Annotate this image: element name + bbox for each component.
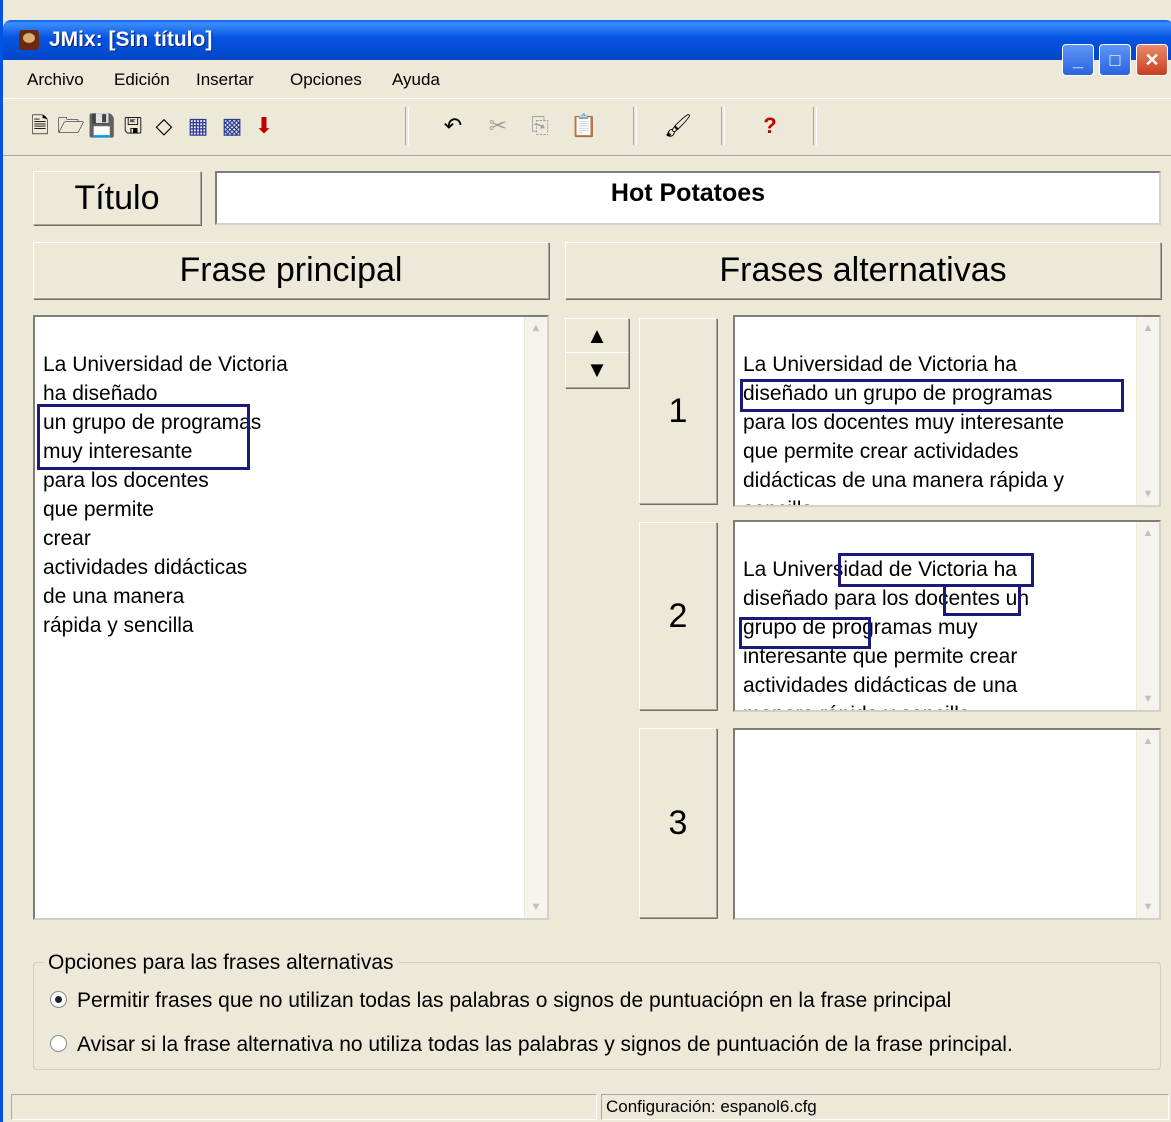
jmix-window: JMix: [Sin título] _ □ ✕ Archivo Edición… [0,0,1171,1122]
help-icon[interactable]: ? [755,111,785,141]
eraser-icon[interactable]: ◇ [149,111,179,141]
main-sentence-text: La Universidad de Victoria ha diseñado u… [43,321,288,640]
frases-alternativas-header: Frases alternativas [565,242,1161,299]
menu-insertar[interactable]: Insertar [196,70,254,90]
option-allow-partial[interactable]: Permitir frases que no utilizan todas la… [50,989,951,1013]
status-config: Configuración: espanol6.cfg [601,1094,1169,1120]
new-file-icon[interactable]: 🗎 [25,111,55,141]
open-folder-icon[interactable]: 🗁 [56,111,86,141]
alt-line: manera rápida y sencilla [743,703,971,710]
menu-archivo[interactable]: Archivo [27,70,84,90]
undo-icon[interactable]: ↶ [438,111,468,141]
main-line: de una manera [43,585,185,608]
alt-line: actividades didácticas de una [743,674,1018,697]
status-cell-empty [11,1094,597,1120]
main-line: ha diseñado [43,382,158,405]
alternative-3-memo[interactable]: ▲ ▼ [733,728,1161,920]
alternative-2-memo[interactable]: La Universidad de Victoria ha diseñado p… [733,520,1161,712]
alt-line: para los docentes muy interesante [743,411,1065,434]
toolbar-separator [721,107,725,145]
alternative-1-memo[interactable]: La Universidad de Victoria ha diseñado u… [733,315,1161,507]
status-bar: Configuración: espanol6.cfg [3,1092,1171,1122]
alt-line: que permite crear actividades [743,440,1019,463]
toolbar: 🗎 🗁 💾 🖫 ◇ ▦ ▩ ⬇ ↶ ✂ ⎘ 📋 🖌 ? [3,98,1171,156]
main-memo-scrollbar[interactable]: ▲ ▼ [524,317,547,918]
menu-ayuda[interactable]: Ayuda [392,70,440,90]
alt-line: sencilla [743,498,813,505]
cut-icon[interactable]: ✂ [483,111,513,141]
options-groupbox: Opciones para las frases alternativas Pe… [33,951,1161,1070]
alt-line: La Universidad de Victoria ha [743,353,1017,376]
main-line: La Universidad de Victoria [43,353,288,376]
scroll-up-icon[interactable]: ▲ [1139,319,1157,337]
main-sentence-memo[interactable]: La Universidad de Victoria ha diseñado u… [33,315,549,920]
move-down-button[interactable]: ▼ [565,352,629,388]
toolbar-separator [813,107,817,145]
radio-selected-icon[interactable] [50,991,67,1008]
scroll-down-icon[interactable]: ▼ [1139,485,1157,503]
paste-icon[interactable]: 📋 [569,111,599,141]
radio-unselected-icon[interactable] [50,1035,67,1052]
highlight-box [739,617,871,649]
title-bar[interactable]: JMix: [Sin título] _ □ ✕ [3,20,1171,76]
alternative-2-button[interactable]: 2 [639,522,717,710]
scroll-down-icon[interactable]: ▼ [1139,690,1157,708]
highlight-box [37,404,250,470]
menu-edicion[interactable]: Edición [114,70,170,90]
option-warn-incomplete-label: Avisar si la frase alternativa no utiliz… [77,1033,1013,1056]
main-line: rápida y sencilla [43,614,194,637]
scroll-down-icon[interactable]: ▼ [527,898,545,916]
alt-2-scrollbar[interactable]: ▲ ▼ [1136,522,1159,710]
alt-1-scrollbar[interactable]: ▲ ▼ [1136,317,1159,505]
alternative-1-button[interactable]: 1 [639,318,717,504]
toolbar-separator [405,107,409,145]
main-line: crear [43,527,91,550]
save-as-icon[interactable]: 🖫 [118,111,148,141]
window-title: JMix: [Sin título] [49,28,213,51]
scroll-down-icon[interactable]: ▼ [1139,898,1157,916]
alternative-3-button[interactable]: 3 [639,728,717,918]
copy-icon[interactable]: ⎘ [525,111,555,141]
menu-bar: Archivo Edición Insertar Opciones Ayuda [3,62,1171,98]
frase-principal-header: Frase principal [33,242,549,299]
save-icon[interactable]: 💾 [87,111,117,141]
main-line: para los docentes [43,469,209,492]
titulo-input[interactable]: Hot Potatoes [215,171,1161,225]
web-page-icon[interactable]: ▦ [183,111,213,141]
web-page-alt-icon[interactable]: ▩ [217,111,247,141]
titulo-label: Título [33,171,201,225]
alt-3-scrollbar[interactable]: ▲ ▼ [1136,730,1159,918]
move-up-button[interactable]: ▲ [565,318,629,354]
scroll-up-icon[interactable]: ▲ [527,319,545,337]
option-allow-partial-label: Permitir frases que no utilizan todas la… [77,989,952,1012]
main-line: actividades didácticas [43,556,248,579]
highlight-box [943,584,1021,616]
export-arrow-icon[interactable]: ⬇ [249,111,279,141]
alternative-1-text: La Universidad de Victoria ha diseñado u… [743,321,1065,505]
menu-opciones[interactable]: Opciones [290,70,362,90]
options-legend: Opciones para las frases alternativas [44,951,398,975]
scroll-up-icon[interactable]: ▲ [1139,732,1157,750]
toolbar-separator [633,107,637,145]
scroll-up-icon[interactable]: ▲ [1139,524,1157,542]
configure-icon[interactable]: 🖌 [663,111,693,141]
highlight-box [838,553,1034,587]
jmix-app-icon[interactable] [19,30,39,50]
main-line: que permite [43,498,154,521]
option-warn-incomplete[interactable]: Avisar si la frase alternativa no utiliz… [50,1033,1013,1057]
alt-line: didácticas de una manera rápida y [743,469,1065,492]
highlight-box [740,379,1124,412]
